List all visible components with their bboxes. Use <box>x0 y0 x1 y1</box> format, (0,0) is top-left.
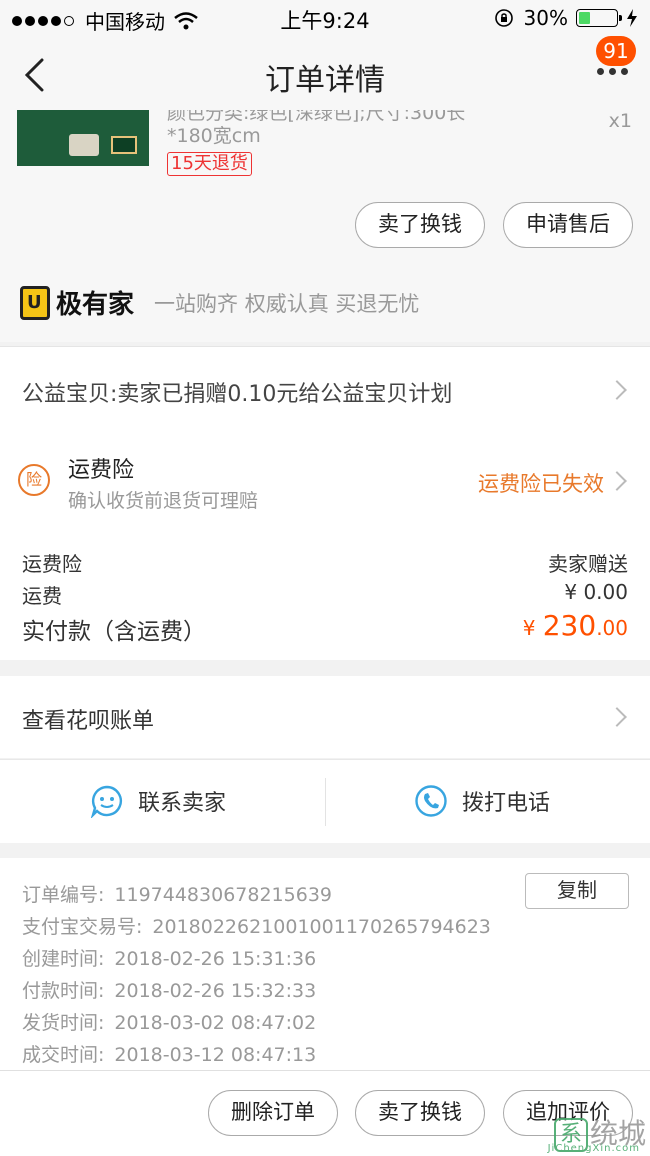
summary-value: ¥ 0.00 <box>564 580 628 604</box>
jiyoujia-logo-icon <box>20 285 50 320</box>
shipping-insurance-row[interactable]: 险 运费险 确认收货前退货可理赔 运费险已失效 <box>0 432 650 532</box>
created-time-row: 创建时间: 2018-02-26 15:31:36 <box>22 944 316 971</box>
chevron-right-icon <box>607 471 627 491</box>
more-icon[interactable] <box>592 68 628 75</box>
info-label: 支付宝交易号: <box>22 916 143 938</box>
info-value: 2018-02-26 15:31:36 <box>114 948 317 970</box>
charity-row[interactable]: 公益宝贝:卖家已捐赠0.10元给公益宝贝计划 <box>0 346 650 432</box>
product-quantity: x1 <box>608 110 632 132</box>
jiyoujia-slogan: 一站购齐 权威认真 买退无忧 <box>154 291 420 316</box>
orientation-lock-icon <box>494 9 513 27</box>
summary-row: 运费险 卖家赠送 <box>22 548 628 577</box>
chevron-right-icon <box>607 707 627 727</box>
chevron-right-icon <box>607 380 627 400</box>
info-label: 创建时间: <box>22 948 105 970</box>
info-value: 2018-03-12 08:47:13 <box>114 1044 317 1066</box>
product-thumbnail[interactable] <box>17 110 149 166</box>
battery-icon <box>576 9 622 27</box>
info-value: 2018-02-26 15:32:33 <box>114 980 317 1002</box>
summary-label: 运费险 <box>22 552 82 576</box>
call-phone-label: 拨打电话 <box>462 791 551 816</box>
info-label: 订单编号: <box>22 884 105 906</box>
info-value: 2018022621001001170265794623 <box>152 916 491 938</box>
summary-row: 运费 ¥ 0.00 <box>22 580 628 609</box>
contact-divider <box>325 778 326 826</box>
insurance-title: 运费险 <box>68 458 135 483</box>
status-bar: 中国移动 上午9:24 30% <box>0 0 650 36</box>
total-currency: ¥ <box>522 616 536 640</box>
info-label: 成交时间: <box>22 1044 105 1066</box>
total-integer: 230 <box>542 609 597 642</box>
huabei-bill-row[interactable]: 查看花呗账单 <box>0 676 650 758</box>
insurance-icon: 险 <box>18 464 50 496</box>
alipay-trade-row: 支付宝交易号: 2018022621001001170265794623 <box>22 912 491 939</box>
info-value: 2018-03-02 08:47:02 <box>114 1012 317 1034</box>
payment-summary: 运费险 卖家赠送 运费 ¥ 0.00 实付款（含运费） ¥ 230.00 <box>0 532 650 660</box>
nav-bar: 订单详情 91 <box>0 36 650 110</box>
contact-seller-button[interactable]: 联系卖家 <box>90 784 226 818</box>
delete-order-button[interactable]: 删除订单 <box>208 1090 338 1136</box>
product-section: 颜色分类:绿色[深绿色];尺寸:300长 *180宽cm x1 15天退货 卖了… <box>0 110 650 342</box>
copy-button[interactable]: 复制 <box>525 873 629 909</box>
battery-percent: 30% <box>523 6 568 30</box>
charging-icon <box>627 9 637 27</box>
sell-for-cash-button[interactable]: 卖了换钱 <box>355 202 485 248</box>
chat-icon <box>90 785 122 818</box>
completed-time-row: 成交时间: 2018-03-12 08:47:13 <box>22 1040 316 1067</box>
message-badge: 91 <box>596 36 636 66</box>
contact-bar: 联系卖家 拨打电话 <box>0 759 650 843</box>
insurance-subtitle: 确认收货前退货可理赔 <box>68 490 259 512</box>
huabei-text: 查看花呗账单 <box>22 709 155 734</box>
jiyoujia-name: 极有家 <box>56 290 135 320</box>
watermark-url: JiChengXin.com <box>547 1143 640 1154</box>
order-number-row: 订单编号: 119744830678215639 <box>22 880 332 907</box>
order-info-section: 复制 订单编号: 119744830678215639 支付宝交易号: 201802… <box>0 858 650 1070</box>
product-spec-line2: *180宽cm <box>167 125 261 147</box>
info-value: 119744830678215639 <box>114 884 332 906</box>
jiyoujia-banner[interactable]: 极有家 一站购齐 权威认真 买退无忧 <box>20 284 419 321</box>
watermark-logo: 系 统城 JiChengXin.com <box>548 1112 646 1154</box>
info-label: 付款时间: <box>22 980 105 1002</box>
total-price: ¥ 230.00 <box>523 609 628 642</box>
summary-total-row: 实付款（含运费） ¥ 230.00 <box>22 609 628 646</box>
info-label: 发货时间: <box>22 1012 105 1034</box>
phone-icon <box>415 785 447 817</box>
total-label: 实付款（含运费） <box>22 619 206 645</box>
insurance-status: 运费险已失效 <box>478 472 604 496</box>
summary-value: 卖家赠送 <box>548 552 628 576</box>
charity-text: 公益宝贝:卖家已捐赠0.10元给公益宝贝计划 <box>22 382 453 407</box>
status-right: 30% <box>494 6 638 30</box>
sell-for-cash-button[interactable]: 卖了换钱 <box>355 1090 485 1136</box>
total-decimal: .00 <box>596 616 628 640</box>
summary-label: 运费 <box>22 584 62 608</box>
after-sales-button[interactable]: 申请售后 <box>503 202 633 248</box>
page-title: 订单详情 <box>265 63 385 98</box>
shipped-time-row: 发货时间: 2018-03-02 08:47:02 <box>22 1008 316 1035</box>
return-policy-tag: 15天退货 <box>167 152 252 176</box>
call-phone-button[interactable]: 拨打电话 <box>414 784 550 818</box>
paid-time-row: 付款时间: 2018-02-26 15:32:33 <box>22 976 316 1003</box>
contact-seller-label: 联系卖家 <box>138 791 227 816</box>
